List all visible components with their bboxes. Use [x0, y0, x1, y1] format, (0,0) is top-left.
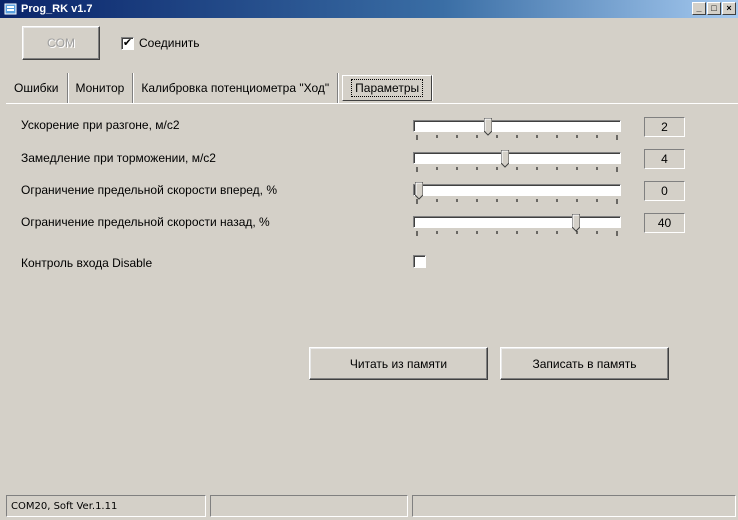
check-mark-icon: ✔	[122, 37, 133, 49]
slider-ticks	[416, 135, 618, 140]
slider-reverse-speed[interactable]	[413, 214, 621, 240]
window-controls: _ □ ×	[691, 2, 736, 15]
param-label-reverse-speed: Ограничение предельной скорости назад, %	[21, 215, 270, 229]
com-button[interactable]: COM	[22, 26, 100, 60]
title-bar[interactable]: Prog_RK v1.7 _ □ ×	[0, 0, 738, 18]
read-from-memory-button[interactable]: Читать из памяти	[309, 347, 488, 380]
slider-thumb[interactable]	[501, 150, 510, 168]
tab-errors[interactable]: Ошибки	[6, 73, 68, 103]
slider-ticks	[416, 199, 618, 204]
app-icon	[4, 2, 18, 16]
param-label-forward-speed: Ограничение предельной скорости вперед, …	[21, 183, 278, 197]
status-cell-2	[210, 495, 408, 517]
value-forward-speed: 0	[644, 181, 685, 201]
tab-parameters[interactable]: Параметры	[342, 75, 433, 101]
minimize-button[interactable]: _	[692, 2, 706, 15]
value-acceleration: 2	[644, 117, 685, 137]
slider-track	[413, 152, 621, 164]
tab-monitor[interactable]: Монитор	[68, 73, 134, 103]
value-deceleration: 4	[644, 149, 685, 169]
tab-calibration[interactable]: Калибровка потенциометра "Ход"	[133, 73, 339, 103]
connect-label: Соединить	[139, 36, 200, 50]
status-bar: COM20, Soft Ver.1.11	[0, 493, 738, 520]
status-cell-3	[412, 495, 736, 517]
slider-acceleration[interactable]	[413, 118, 621, 144]
slider-forward-speed[interactable]	[413, 182, 621, 208]
maximize-button[interactable]: □	[707, 2, 721, 15]
slider-track	[413, 184, 621, 196]
slider-thumb[interactable]	[483, 118, 492, 136]
connect-checkbox[interactable]: ✔	[121, 37, 134, 50]
disable-control-label: Контроль входа Disable	[21, 256, 153, 270]
window-title: Prog_RK v1.7	[21, 3, 93, 15]
slider-ticks	[416, 167, 618, 172]
close-button[interactable]: ×	[722, 2, 736, 15]
tab-strip: Ошибки Монитор Калибровка потенциометра …	[6, 73, 433, 103]
status-cell-port: COM20, Soft Ver.1.11	[6, 495, 206, 517]
param-label-acceleration: Ускорение при разгоне, м/с2	[21, 118, 180, 132]
slider-thumb[interactable]	[571, 214, 580, 232]
write-to-memory-button[interactable]: Записать в память	[500, 347, 669, 380]
slider-deceleration[interactable]	[413, 150, 621, 176]
tab-panel-edge	[6, 103, 738, 104]
param-label-deceleration: Замедление при торможении, м/с2	[21, 151, 216, 165]
disable-control-checkbox[interactable]	[413, 255, 426, 268]
slider-thumb[interactable]	[415, 182, 423, 200]
slider-ticks	[416, 231, 618, 236]
value-reverse-speed: 40	[644, 213, 685, 233]
slider-track	[413, 120, 621, 132]
slider-track	[413, 216, 621, 228]
